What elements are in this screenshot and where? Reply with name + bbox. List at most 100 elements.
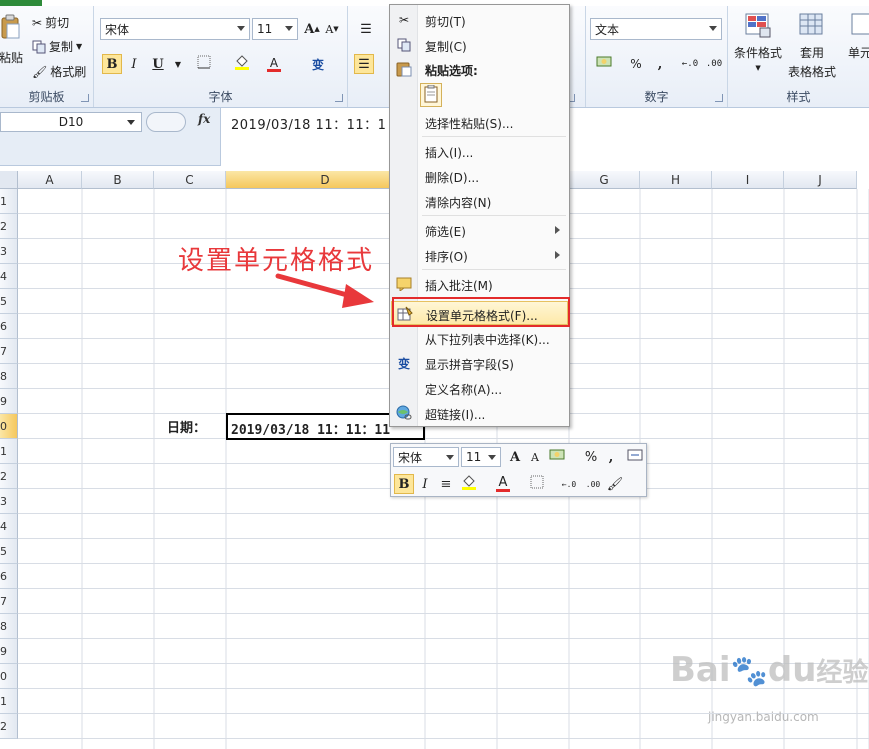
column-header-g[interactable]: G (569, 171, 640, 189)
column-header-b[interactable]: B (82, 171, 154, 189)
column-header-i[interactable]: I (712, 171, 784, 189)
shrink-font-button[interactable]: A ▼ (322, 19, 342, 39)
row-header[interactable]: 7 (0, 339, 18, 364)
select-all-corner[interactable] (0, 171, 18, 189)
number-launcher-icon[interactable] (715, 94, 723, 102)
row-header[interactable]: 1 (0, 689, 18, 714)
mini-italic-button[interactable]: I (415, 474, 435, 494)
menu-item-cut[interactable]: ✂ 剪切(T) (391, 8, 568, 32)
menu-item-sort[interactable]: 排序(O) (391, 243, 568, 267)
row-header[interactable]: 9 (0, 389, 18, 414)
decrease-decimal-button[interactable]: .00 (704, 54, 724, 74)
menu-item-copy[interactable]: 复制(C) (391, 33, 568, 57)
font-color-button[interactable]: A (264, 54, 284, 74)
column-header-a[interactable]: A (18, 171, 82, 189)
menu-item-insert-comment[interactable]: 插入批注(M) (391, 272, 568, 296)
date-label-cell[interactable]: 日期： (167, 417, 206, 436)
font-size-combo[interactable]: 11 (252, 18, 298, 40)
row-header[interactable]: 3 (0, 239, 18, 264)
insert-function-icon[interactable]: fx (198, 112, 210, 126)
font-name-combo[interactable]: 宋体 (100, 18, 250, 40)
mini-decrease-decimal-button[interactable]: .00 (583, 474, 603, 494)
mini-font-combo[interactable]: 宋体 (393, 447, 459, 467)
number-format-combo[interactable]: 文本 (590, 18, 722, 40)
mini-increase-decimal-button[interactable]: ←.0 (559, 474, 579, 494)
grow-font-button[interactable]: A ▲ (302, 19, 322, 39)
paste-option-button[interactable] (420, 83, 442, 107)
chevron-down-icon[interactable] (488, 455, 496, 460)
conditional-format-button[interactable]: 条件格式 ▼ (734, 12, 782, 72)
row-header[interactable]: 0 (0, 414, 18, 439)
menu-item-clear[interactable]: 清除内容(N) (391, 189, 568, 213)
row-header[interactable]: 9 (0, 639, 18, 664)
increase-decimal-button[interactable]: ←.0 (680, 54, 700, 74)
row-header[interactable]: 0 (0, 664, 18, 689)
row-header[interactable]: 2 (0, 464, 18, 489)
chevron-down-icon[interactable] (285, 26, 293, 31)
fill-handle[interactable] (422, 437, 423, 438)
row-header[interactable]: 1 (0, 189, 18, 214)
mini-fill-color-button[interactable] (459, 474, 479, 494)
phonetic-button[interactable]: 变 (308, 54, 328, 74)
row-header[interactable]: 8 (0, 364, 18, 389)
comma-button[interactable]: , (650, 54, 670, 74)
format-painter-button[interactable]: 🖌 格式刷 (32, 63, 86, 80)
chevron-down-icon[interactable] (237, 26, 245, 31)
paste-button[interactable]: 粘贴 (0, 14, 23, 66)
row-header[interactable]: 4 (0, 514, 18, 539)
mini-grow-font-button[interactable]: A (505, 447, 525, 467)
mini-size-combo[interactable]: 11 (461, 447, 501, 467)
menu-item-insert[interactable]: 插入(I)... (391, 139, 568, 163)
row-header[interactable]: 6 (0, 314, 18, 339)
row-header[interactable]: 2 (0, 714, 18, 739)
underline-dropdown[interactable]: ▼ (168, 54, 188, 74)
chevron-down-icon[interactable] (709, 26, 717, 31)
italic-button[interactable]: I (124, 54, 144, 74)
menu-item-paste-special[interactable]: 选择性粘贴(S)... (391, 110, 568, 134)
underline-button[interactable]: U (148, 54, 168, 74)
column-header-h[interactable]: H (640, 171, 712, 189)
row-header[interactable]: 7 (0, 589, 18, 614)
mini-font-color-button[interactable]: A (493, 474, 513, 494)
mini-bold-button[interactable]: B (394, 474, 414, 494)
chevron-down-icon[interactable] (127, 120, 135, 125)
mini-border-button[interactable] (527, 474, 547, 494)
fill-color-button[interactable] (232, 54, 252, 74)
font-launcher-icon[interactable] (335, 94, 343, 102)
row-header[interactable]: 6 (0, 564, 18, 589)
row-header[interactable]: 3 (0, 489, 18, 514)
row-header[interactable]: 5 (0, 539, 18, 564)
menu-item-define-name[interactable]: 定义名称(A)... (391, 376, 568, 400)
column-header-j[interactable]: J (784, 171, 857, 189)
menu-item-delete[interactable]: 删除(D)... (391, 164, 568, 188)
menu-item-phonetic[interactable]: 变 显示拼音字段(S) (391, 351, 568, 375)
row-header[interactable]: 1 (0, 439, 18, 464)
row-header[interactable]: 4 (0, 264, 18, 289)
column-header-c[interactable]: C (154, 171, 226, 189)
clipboard-launcher-icon[interactable] (81, 94, 89, 102)
menu-item-filter[interactable]: 筛选(E) (391, 218, 568, 242)
mini-comma-button[interactable]: , (601, 447, 621, 467)
chevron-down-icon[interactable] (446, 455, 454, 460)
mini-shrink-font-button[interactable]: A (525, 447, 545, 467)
copy-button[interactable]: 复制 ▼ (32, 38, 82, 55)
mini-currency-button[interactable] (547, 447, 567, 467)
name-box[interactable]: D10 (0, 112, 142, 132)
align-left-button[interactable]: ☰ (354, 54, 374, 74)
border-button[interactable] (194, 54, 214, 74)
name-box-splitter[interactable] (146, 112, 186, 132)
mini-center-button[interactable]: ≡ (436, 474, 456, 494)
row-header[interactable]: 2 (0, 214, 18, 239)
cut-button[interactable]: ✂ 剪切 (32, 14, 69, 31)
row-header[interactable]: 8 (0, 614, 18, 639)
menu-item-pick-list[interactable]: 从下拉列表中选择(K)... (391, 326, 568, 350)
mini-merge-button[interactable] (625, 447, 645, 467)
mini-format-painter-button[interactable]: 🖌 (605, 474, 625, 494)
percent-button[interactable]: % (626, 54, 646, 74)
row-header[interactable]: 5 (0, 289, 18, 314)
mini-percent-button[interactable]: % (581, 447, 601, 467)
format-as-table-button[interactable]: 套用 表格格式 (788, 12, 836, 80)
menu-item-hyperlink[interactable]: 超链接(I)... (391, 401, 568, 425)
align-top-button[interactable]: ☰ (356, 19, 376, 39)
currency-button[interactable] (594, 54, 614, 74)
